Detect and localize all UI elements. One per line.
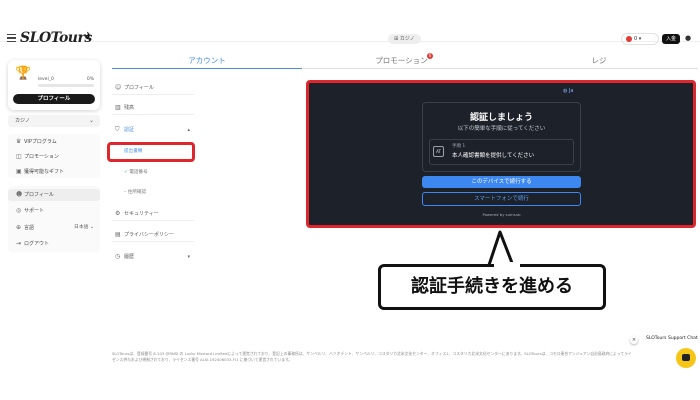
casino-select[interactable]: カジノ ⌄ [8, 115, 100, 127]
sidebar-item-language[interactable]: ⊕ 言語 日本語 ⌄ [8, 222, 100, 234]
sidebar-item-label: プロフィール [24, 192, 54, 198]
sidebar-item-label: プロモーション [24, 154, 59, 160]
sidebar-item-label: 言語 [24, 225, 35, 231]
sidebar-item-support[interactable]: ◎ サポート [8, 205, 100, 217]
submenu-address[interactable]: – 住所確認 [121, 187, 194, 199]
powered-by-sumsub: Powered by sumsub [482, 212, 521, 217]
language-code: Ja [568, 88, 574, 94]
profile-button[interactable]: プロフィール [13, 94, 95, 104]
coin-icon [626, 35, 632, 42]
step-text: 本人確認書類を提供してください [452, 153, 535, 159]
chevron-up-icon: ▴ [187, 127, 190, 133]
menu-item-label: 認証 [124, 127, 135, 133]
document-icon: ▤ [115, 231, 121, 238]
level-progress-bar [38, 84, 94, 87]
chevron-down-icon: ▾ [187, 254, 190, 260]
menu-item-label: セキュリティー [124, 211, 159, 217]
highlight-box-documents [107, 142, 195, 162]
profile-card: 🏆 level_0 0% プロフィール [8, 60, 100, 110]
sidebar-item-profile[interactable]: ☻ プロフィール [8, 189, 100, 201]
sidebar-item-logout[interactable]: ⇥ ログアウト [8, 238, 100, 250]
trophy-icon: 🏆 [15, 66, 32, 81]
menu-item-privacy[interactable]: ▤ プライバシーポリシー [112, 228, 194, 242]
menu-item-verification[interactable]: ⛉ 認証 ▴ [112, 123, 194, 137]
headset-icon: ◎ [16, 207, 22, 214]
menu-item-label: プライバシーポリシー [124, 232, 174, 238]
shield-icon: ⛉ [115, 126, 120, 133]
submenu-phone[interactable]: ✓ 電話番号 [121, 167, 194, 179]
level-label: level_0 [38, 77, 54, 82]
clock-icon: ◷ [115, 253, 121, 260]
verification-title: 認証しましょう [469, 113, 533, 123]
language-value-text: 日本語 [74, 225, 89, 230]
globe-icon: ⊕ [16, 224, 22, 231]
language-selector[interactable]: ◍ Ja [563, 88, 574, 94]
support-chat-button[interactable] [676, 348, 696, 368]
casino-pill[interactable]: ⊞ カジノ [388, 34, 421, 44]
logout-icon: ⇥ [16, 240, 22, 247]
menu-item-label: プロフィール [124, 85, 154, 91]
sidebar-item-label: サポート [24, 208, 45, 214]
annotation-callout: 認証手続きを進める [378, 264, 606, 310]
sidebar-item-vip[interactable]: ♛ VIPプログラム [8, 136, 100, 148]
site-logo[interactable]: SLOTours [20, 30, 92, 46]
sidebar-item-gifts[interactable]: ▣ 獲得可能なギフト [8, 166, 100, 178]
sidebar-item-label: ログアウト [24, 241, 50, 247]
menu-item-history[interactable]: ◷ 履歴 ▾ [112, 250, 194, 264]
crown-icon: ♛ [16, 138, 22, 145]
balance-pill[interactable]: 0 ▾ [621, 33, 659, 45]
gear-icon: ⚙ [115, 210, 121, 217]
user-icon: ☺ [115, 84, 122, 91]
id-card-icon: AT [433, 146, 444, 157]
menu-item-balance[interactable]: ▥ 残高 [112, 101, 194, 115]
continue-on-device-button[interactable]: このデバイスで続行する [422, 176, 581, 188]
continue-on-phone-button[interactable]: スマートフォンで続行 [422, 192, 581, 206]
level-percent: 0% [86, 77, 94, 82]
menu-item-label: 残高 [124, 105, 135, 111]
sidebar-item-label: VIPプログラム [24, 139, 57, 145]
footer-legal-text: SLOToursは、登録番号 8-103 @RNSI の Lucky Musta… [112, 351, 632, 362]
top-bar [0, 0, 700, 42]
sidebar-item-promotion[interactable]: ◫ プロモーション [8, 151, 100, 163]
hamburger-menu-icon[interactable] [7, 34, 16, 43]
promotion-badge: 6 [427, 53, 433, 59]
deposit-button[interactable]: 入金 [662, 34, 680, 44]
language-value: 日本語 ⌄ [74, 225, 94, 230]
submenu-phone-label: 電話番号 [129, 170, 148, 175]
chat-icon [682, 354, 690, 361]
tab-account[interactable]: アカウント [112, 55, 302, 69]
support-chat-label: SLOTours Support Chat [646, 336, 698, 341]
gift-icon: ▣ [16, 168, 22, 175]
balance-value: 0 [634, 36, 638, 42]
wallet-icon: ▥ [115, 104, 121, 111]
step-label: 手順 1 [452, 144, 466, 149]
chevron-down-icon: ▾ [638, 36, 642, 42]
callout-joint [494, 262, 520, 268]
plane-icon: ✈ [84, 31, 93, 42]
chat-close-icon[interactable]: × [630, 336, 638, 344]
megaphone-icon: ◫ [16, 153, 22, 160]
chevron-down-icon: ⌄ [88, 117, 94, 124]
menu-item-security[interactable]: ⚙ セキュリティー [112, 207, 194, 221]
casino-pill-label: カジノ [399, 36, 415, 42]
user-icon[interactable]: ● [685, 34, 693, 43]
menu-item-profile[interactable]: ☺ プロフィール [112, 81, 194, 95]
casino-select-value: カジノ [15, 118, 30, 124]
submenu-address-label: 住所確認 [127, 190, 147, 195]
verification-subtitle: 以下の簡単な手順に従ってください [457, 126, 546, 132]
sidebar-item-label: 獲得可能なギフト [24, 169, 65, 175]
menu-item-label: 履歴 [124, 254, 135, 260]
tab-promotion[interactable]: プロモーション [303, 55, 500, 69]
user-icon: ☻ [16, 191, 23, 198]
tab-cashier[interactable]: レジ [500, 55, 698, 69]
